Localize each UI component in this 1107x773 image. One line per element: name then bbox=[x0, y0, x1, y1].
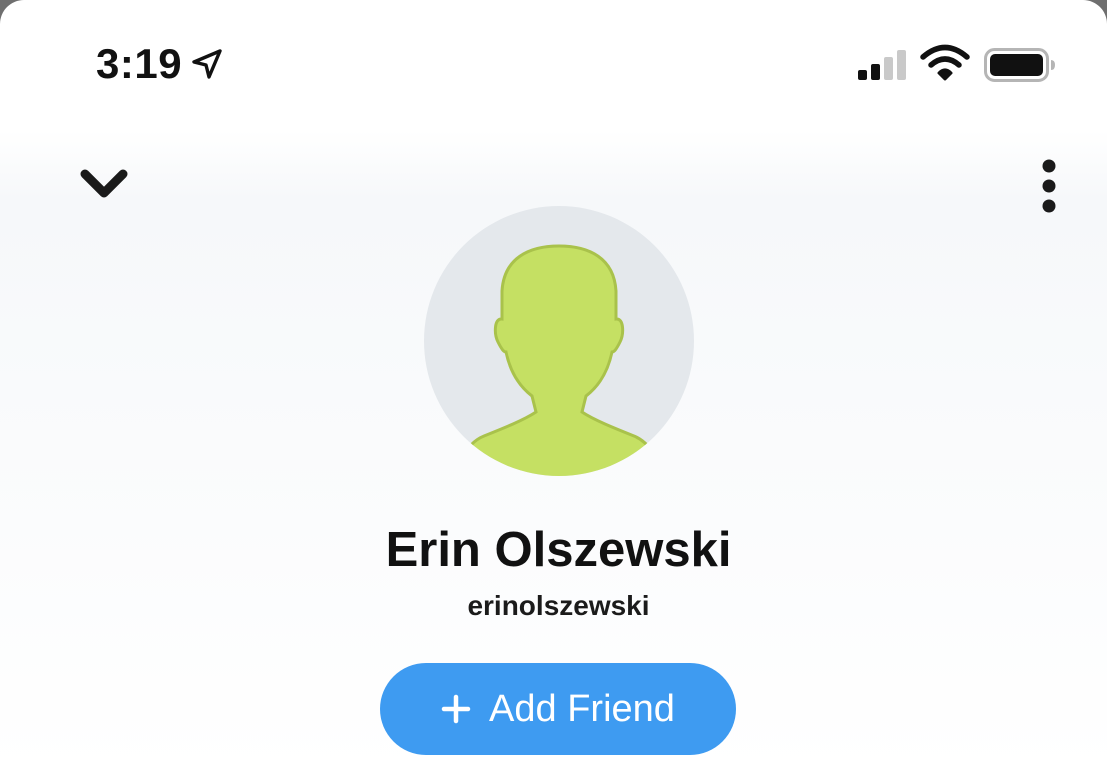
plus-icon bbox=[441, 694, 471, 724]
profile-screen: 3:19 Erin Olszewski erinolszewski Add Fr… bbox=[0, 0, 1107, 773]
add-friend-label: Add Friend bbox=[489, 687, 675, 730]
status-time: 3:19 bbox=[96, 40, 183, 87]
profile-display-name: Erin Olszewski bbox=[385, 523, 732, 577]
avatar[interactable] bbox=[424, 206, 694, 476]
profile-username: erinolszewski bbox=[467, 590, 650, 621]
location-arrow-icon bbox=[192, 49, 222, 79]
wifi-icon bbox=[920, 44, 970, 81]
default-avatar-silhouette-icon bbox=[453, 244, 665, 476]
status-bar: 3:19 bbox=[0, 0, 1107, 120]
battery-icon bbox=[984, 48, 1055, 82]
more-vertical-icon[interactable] bbox=[1034, 158, 1064, 214]
cellular-signal-icon bbox=[858, 50, 906, 80]
add-friend-button[interactable]: Add Friend bbox=[380, 663, 736, 755]
chevron-down-icon[interactable] bbox=[78, 166, 130, 202]
